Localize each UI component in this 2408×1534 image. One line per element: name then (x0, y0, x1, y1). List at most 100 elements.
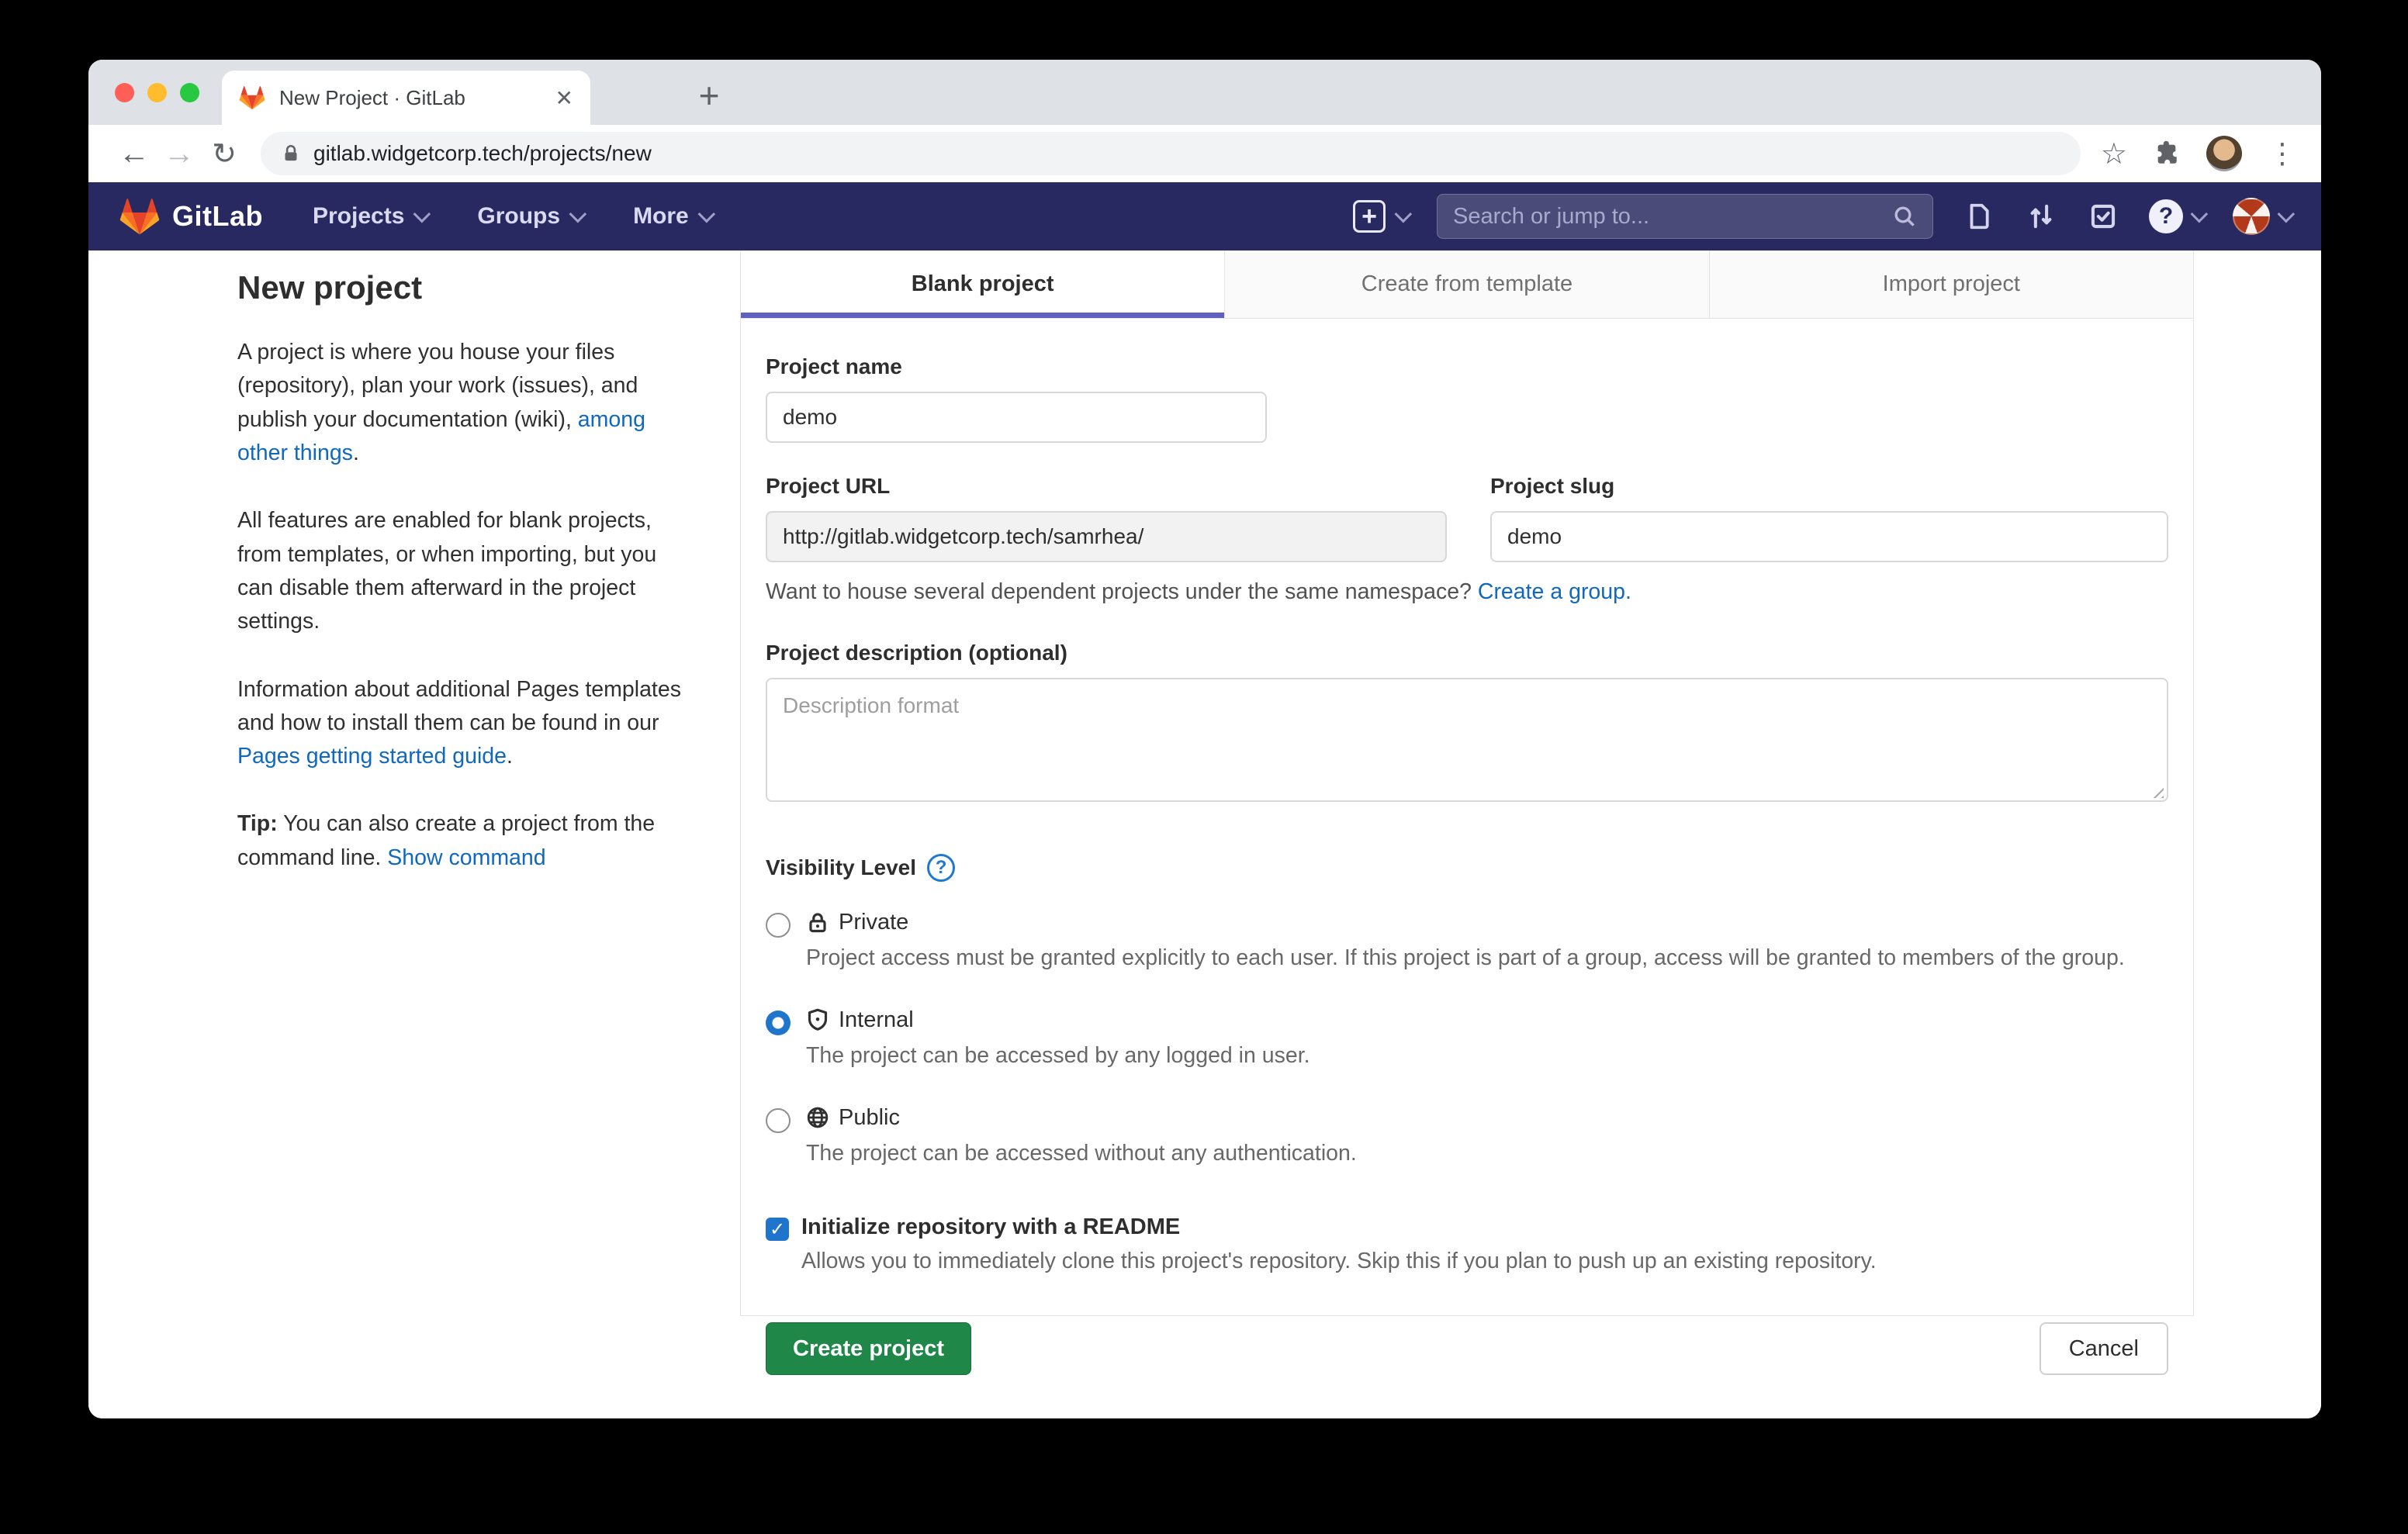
sidebar-paragraph: A project is where you house your files … (237, 336, 681, 470)
gitlab-brand[interactable]: GitLab (119, 197, 263, 236)
sidebar-paragraph: Information about additional Pages templ… (237, 673, 681, 774)
traffic-lights (115, 83, 199, 102)
project-description-textarea[interactable] (766, 678, 2168, 802)
project-type-tabs: Blank project Create from template Impor… (741, 250, 2193, 319)
chevron-down-icon (697, 206, 715, 223)
readme-description: Allows you to immediately clone this pro… (801, 1249, 2168, 1274)
visibility-option-description: The project can be accessed without any … (806, 1137, 1357, 1170)
help-menu[interactable]: ? (2149, 199, 2203, 233)
description-field-wrap (766, 678, 2168, 806)
visibility-label-text: Visibility Level (766, 855, 916, 880)
browser-toolbar: ← → ↻ gitlab.widgetcorp.tech/projects/ne… (88, 125, 2321, 182)
reload-icon[interactable]: ↻ (202, 136, 247, 171)
global-search[interactable] (1437, 194, 1933, 239)
browser-window: New Project · GitLab ✕ + ← → ↻ gitlab.wi… (88, 60, 2321, 1418)
chevron-down-icon (413, 206, 431, 223)
chevron-down-icon (1395, 206, 1413, 223)
sidebar-paragraph: All features are enabled for blank proje… (237, 504, 681, 638)
user-avatar (2233, 198, 2270, 235)
back-icon[interactable]: ← (112, 136, 157, 171)
close-window-button[interactable] (115, 83, 134, 102)
visibility-option-label: Private (839, 910, 908, 935)
namespace-hint: Want to house several dependent projects… (766, 579, 2168, 605)
chevron-down-icon (2191, 206, 2209, 223)
radio-internal[interactable] (766, 1011, 791, 1035)
project-url-input[interactable] (766, 511, 1447, 562)
radio-private[interactable] (766, 913, 791, 938)
tab-import-project[interactable]: Import project (1709, 250, 2193, 318)
user-menu[interactable] (2233, 198, 2290, 235)
visibility-option-label: Internal (839, 1007, 914, 1033)
globe-icon (806, 1106, 829, 1129)
show-command-link[interactable]: Show command (387, 845, 545, 870)
readme-checkbox-checked-icon[interactable]: ✓ (766, 1218, 789, 1241)
menu-more[interactable]: More (633, 203, 711, 230)
create-project-button[interactable]: Create project (766, 1322, 971, 1375)
page-content: New project A project is where you house… (88, 250, 2321, 1418)
help-icon: ? (2149, 199, 2183, 233)
bookmark-star-icon[interactable]: ☆ (2101, 136, 2127, 171)
tab-create-from-template[interactable]: Create from template (1224, 250, 1708, 318)
todos-icon[interactable] (2087, 200, 2119, 233)
browser-tab[interactable]: New Project · GitLab ✕ (222, 71, 590, 125)
chevron-down-icon (2278, 206, 2296, 223)
issues-icon[interactable] (1963, 200, 1995, 233)
new-item-menu[interactable]: + (1353, 200, 1407, 233)
visibility-option-private: Private Project access must be granted e… (766, 910, 2168, 975)
paragraph-text: . (353, 441, 359, 465)
form-actions: Create project Cancel (766, 1322, 2168, 1375)
tab-title: New Project · GitLab (279, 86, 541, 110)
readme-section: ✓ Initialize repository with a README Al… (766, 1214, 2168, 1274)
radio-public[interactable] (766, 1108, 791, 1133)
hint-text: Want to house several dependent projects… (766, 579, 1478, 604)
address-bar[interactable]: gitlab.widgetcorp.tech/projects/new (261, 132, 2081, 175)
blank-project-form: Project name Project URL Project slug Wa… (741, 319, 2193, 1375)
menu-more-label: More (633, 203, 689, 230)
lock-icon (806, 911, 829, 935)
visibility-option-description: The project can be accessed by any logge… (806, 1039, 1310, 1073)
create-a-group-link[interactable]: Create a group. (1478, 579, 1631, 604)
new-project-sidebar: New project A project is where you house… (237, 269, 681, 909)
browser-menu-icon[interactable]: ⋮ (2268, 137, 2298, 170)
paragraph-text: Information about additional Pages templ… (237, 677, 681, 735)
project-slug-input[interactable] (1490, 511, 2168, 562)
new-tab-button[interactable]: + (686, 72, 732, 119)
cancel-button[interactable]: Cancel (2040, 1322, 2168, 1375)
project-name-input[interactable] (766, 392, 1267, 443)
paragraph-text: . (507, 744, 513, 769)
tab-blank-project[interactable]: Blank project (741, 250, 1224, 318)
visibility-option-public: Public The project can be accessed witho… (766, 1105, 2168, 1170)
visibility-option-description: Project access must be granted explicitl… (806, 941, 2125, 975)
menu-groups[interactable]: Groups (477, 203, 582, 230)
url-text: gitlab.widgetcorp.tech/projects/new (313, 141, 652, 166)
gitlab-logo-icon (119, 197, 160, 236)
visibility-option-internal: Internal The project can be accessed by … (766, 1007, 2168, 1073)
question-circle-icon[interactable]: ? (927, 854, 955, 882)
plus-square-icon: + (1353, 200, 1386, 233)
new-project-panel: Blank project Create from template Impor… (740, 250, 2194, 1316)
extensions-icon[interactable] (2154, 140, 2180, 167)
visibility-option-label: Public (839, 1105, 900, 1131)
zoom-window-button[interactable] (180, 83, 199, 102)
browser-profile-avatar[interactable] (2206, 136, 2242, 171)
project-description-label: Project description (optional) (766, 641, 2168, 665)
menu-projects[interactable]: Projects (313, 203, 426, 230)
menu-groups-label: Groups (477, 203, 560, 230)
project-url-label: Project URL (766, 474, 1447, 499)
site-lock-icon (281, 143, 301, 164)
gitlab-favicon-icon (239, 85, 265, 110)
tab-close-icon[interactable]: ✕ (555, 85, 573, 111)
page-title: New project (237, 269, 681, 306)
visibility-level-label: Visibility Level ? (766, 854, 955, 882)
forward-icon[interactable]: → (157, 136, 202, 171)
minimize-window-button[interactable] (147, 83, 167, 102)
search-icon (1892, 204, 1917, 229)
merge-requests-icon[interactable] (2025, 200, 2057, 233)
shield-icon (806, 1008, 829, 1031)
tip-label: Tip: (237, 811, 278, 836)
visibility-options: Private Project access must be granted e… (766, 910, 2168, 1170)
chevron-down-icon (569, 206, 587, 223)
sidebar-tip: Tip: You can also create a project from … (237, 807, 681, 875)
pages-guide-link[interactable]: Pages getting started guide (237, 744, 507, 769)
search-input[interactable] (1453, 204, 1892, 230)
